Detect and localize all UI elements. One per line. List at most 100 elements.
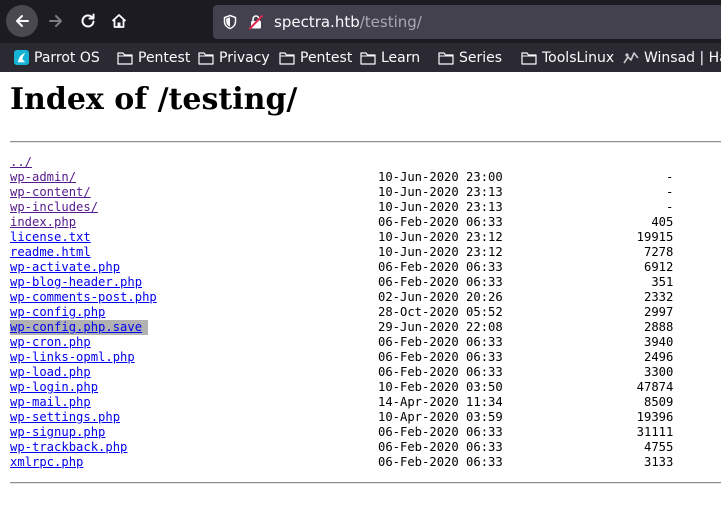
parent-directory-link[interactable]: ../	[10, 155, 32, 170]
table-row: wp-comments-post.php 02-Jun-2020 20:26 233…	[10, 290, 673, 305]
file-link[interactable]: xmlrpc.php	[10, 455, 83, 470]
bookmark-label: Winsad | Ha	[644, 49, 721, 66]
bookmark-folder-series[interactable]: Series	[438, 43, 502, 72]
file-size: -	[666, 185, 674, 199]
file-link[interactable]: wp-config.php.save	[10, 320, 149, 335]
reload-button[interactable]	[73, 6, 103, 36]
file-link[interactable]: wp-cron.php	[10, 335, 91, 350]
bookmark-label: Pentest	[300, 49, 353, 66]
file-date: 06-Feb-2020 06:33	[378, 440, 503, 454]
file-date: 28-Oct-2020 05:52	[378, 305, 503, 319]
file-link[interactable]: wp-comments-post.php	[10, 290, 157, 305]
file-size: 2888	[644, 320, 674, 334]
file-link[interactable]: index.php	[10, 215, 76, 230]
file-size: 7278	[644, 245, 674, 259]
file-link[interactable]: wp-activate.php	[10, 260, 120, 275]
file-size: 3133	[644, 455, 674, 469]
file-link[interactable]: license.txt	[10, 230, 91, 245]
file-link[interactable]: wp-load.php	[10, 365, 91, 380]
file-date: 10-Apr-2020 03:59	[378, 410, 503, 424]
directory-listing: ../ wp-admin/10-Jun-2020 23:00- wp-conten…	[10, 155, 673, 470]
shield-icon[interactable]	[222, 14, 238, 30]
parent-directory-row: ../	[10, 155, 39, 170]
bookmark-folder-pentest[interactable]: Pentest	[117, 43, 190, 72]
insecure-lock-icon[interactable]	[248, 14, 264, 30]
table-row: wp-settings.php 10-Apr-2020 03:59 19396	[10, 410, 673, 425]
file-date: 06-Feb-2020 06:33	[378, 350, 503, 364]
url-text[interactable]: spectra.htb/testing/	[274, 12, 422, 32]
file-date: 06-Feb-2020 06:33	[378, 215, 503, 229]
file-date: 10-Jun-2020 23:12	[378, 230, 503, 244]
table-row: wp-config.php.save 29-Jun-2020 22:08 2888	[10, 320, 673, 335]
back-button[interactable]	[6, 5, 38, 37]
bookmark-label: Learn	[381, 49, 421, 66]
file-link[interactable]: wp-settings.php	[10, 410, 120, 425]
bookmark-label: Privacy	[219, 49, 270, 66]
arrow-left-icon	[16, 15, 29, 27]
url-path: /testing/	[359, 13, 422, 31]
file-link[interactable]: wp-admin/	[10, 170, 76, 185]
file-link[interactable]: wp-trackback.php	[10, 440, 127, 455]
file-link[interactable]: wp-mail.php	[10, 395, 91, 410]
bookmark-folder-learn[interactable]: Learn	[360, 43, 420, 72]
file-date: 10-Feb-2020 03:50	[378, 380, 503, 394]
file-size: 3940	[644, 335, 674, 349]
address-bar[interactable]: spectra.htb/testing/	[213, 5, 721, 39]
table-row: wp-mail.php 14-Apr-2020 11:34 8509	[10, 395, 673, 410]
bookmark-folder-pentest-2[interactable]: Pentest	[279, 43, 352, 72]
table-row: wp-activate.php 06-Feb-2020 06:33 6912	[10, 260, 673, 275]
arrow-right-icon	[49, 15, 62, 27]
file-link[interactable]: wp-links-opml.php	[10, 350, 135, 365]
table-row: wp-admin/10-Jun-2020 23:00 -	[10, 170, 673, 185]
file-date: 10-Jun-2020 23:00	[378, 170, 503, 184]
file-link[interactable]: wp-blog-header.php	[10, 275, 142, 290]
file-date: 06-Feb-2020 06:33	[378, 455, 503, 469]
table-row: wp-includes/10-Jun-2020 23:13 -	[10, 200, 673, 215]
bookmark-label: Parrot OS	[34, 49, 100, 66]
home-button[interactable]	[104, 6, 134, 36]
home-icon	[111, 14, 127, 28]
bookmark-label: Series	[459, 49, 503, 66]
bottom-divider	[10, 482, 721, 484]
bookmark-folder-privacy[interactable]: Privacy	[198, 43, 270, 72]
file-size: 4755	[644, 440, 674, 454]
file-size: 6912	[644, 260, 674, 274]
table-row: wp-config.php 28-Oct-2020 05:52 2997	[10, 305, 673, 320]
file-date: 06-Feb-2020 06:33	[378, 260, 503, 274]
folder-icon	[360, 51, 376, 65]
page-title: Index of /testing/	[10, 82, 298, 117]
table-row: wp-blog-header.php 06-Feb-2020 06:33 351	[10, 275, 673, 290]
file-link[interactable]: wp-config.php	[10, 305, 105, 320]
file-date: 02-Jun-2020 20:26	[378, 290, 503, 304]
file-link[interactable]: wp-login.php	[10, 380, 98, 395]
parrot-icon	[14, 50, 29, 65]
bookmark-winsad[interactable]: Winsad | Ha	[623, 43, 721, 72]
file-size: -	[666, 170, 674, 184]
browser-toolbar: spectra.htb/testing/	[0, 0, 721, 43]
file-date: 14-Apr-2020 11:34	[378, 395, 503, 409]
bookmark-parrot-os[interactable]: Parrot OS	[14, 43, 100, 72]
forward-button[interactable]	[41, 6, 71, 36]
bookmark-label: ToolsLinux	[542, 49, 615, 66]
table-row: index.php 06-Feb-2020 06:33 405	[10, 215, 673, 230]
file-date: 29-Jun-2020 22:08	[378, 320, 503, 334]
file-size: 2997	[644, 305, 674, 319]
file-link[interactable]: wp-includes/	[10, 200, 98, 215]
table-row: wp-content/10-Jun-2020 23:13 -	[10, 185, 673, 200]
file-link[interactable]: wp-content/	[10, 185, 91, 200]
table-row: readme.html 10-Jun-2020 23:12 7278	[10, 245, 673, 260]
folder-icon	[279, 51, 295, 65]
file-link[interactable]: readme.html	[10, 245, 91, 260]
folder-icon	[117, 51, 133, 65]
table-row: license.txt 10-Jun-2020 23:12 19915	[10, 230, 673, 245]
file-size: 2496	[644, 350, 674, 364]
reload-icon	[81, 13, 95, 28]
url-host: spectra.htb	[274, 13, 360, 31]
file-link[interactable]: wp-signup.php	[10, 425, 105, 440]
file-size: 405	[651, 215, 674, 229]
file-size: -	[666, 200, 674, 214]
bookmark-folder-toolslinux[interactable]: ToolsLinux	[521, 43, 614, 72]
folder-icon	[198, 51, 214, 65]
file-date: 06-Feb-2020 06:33	[378, 425, 503, 439]
file-size: 3300	[644, 365, 674, 379]
